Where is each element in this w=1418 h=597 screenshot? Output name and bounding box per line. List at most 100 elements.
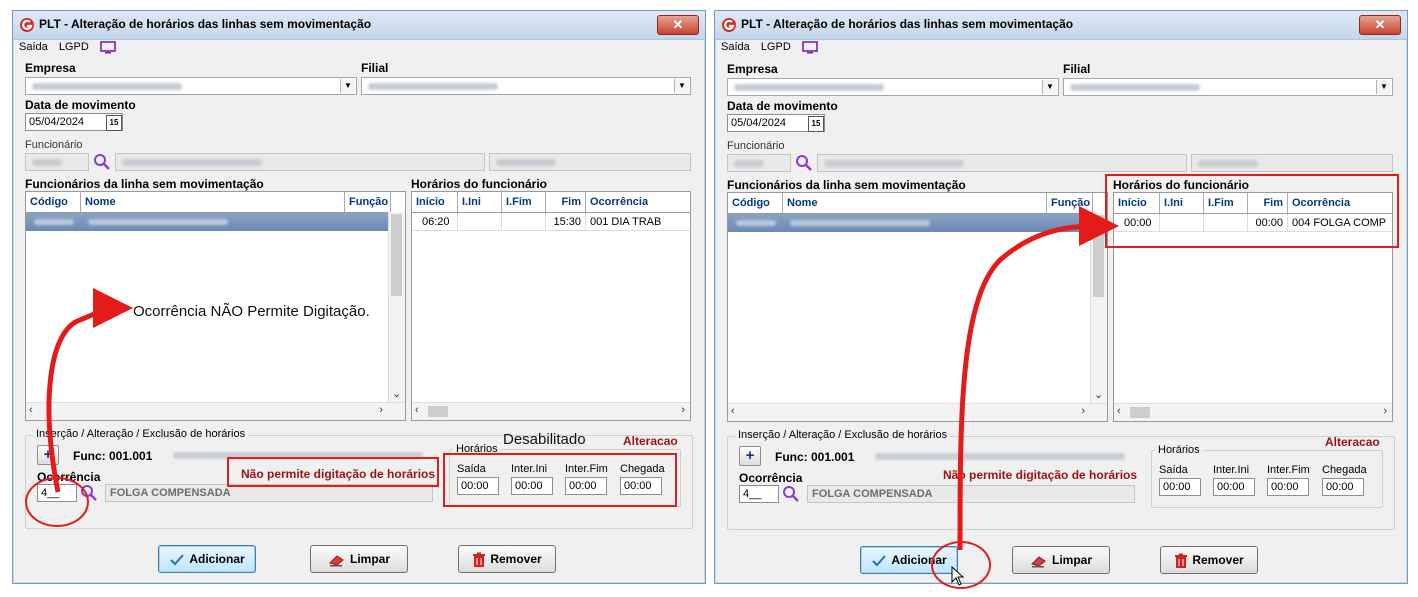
trash-icon [473, 552, 486, 567]
menu-lgpd[interactable]: LGPD [761, 41, 791, 53]
empresa-combo[interactable]: ▼ [25, 77, 357, 95]
schedule-table[interactable]: Início I.Ini I.Fim Fim Ocorrência 06:20 … [411, 191, 691, 421]
window-title: PLT - Alteração de horários das linhas s… [741, 17, 1074, 31]
data-movimento-label: Data de movimento [727, 99, 838, 113]
chevron-left-icon[interactable]: ‹ [1117, 405, 1121, 417]
time-chegada-field[interactable]: 00:00 [1322, 478, 1364, 496]
vertical-scrollbar[interactable]: ⌄ [388, 212, 405, 402]
add-item-button[interactable]: + [37, 445, 59, 465]
cell-ifim[interactable] [502, 213, 546, 231]
horizontal-scrollbar[interactable]: ‹ › [26, 402, 405, 420]
funcionario-name-field [115, 153, 485, 171]
col-nome[interactable]: Nome [81, 192, 345, 212]
horizontal-scrollbar[interactable]: ‹ › [1114, 403, 1392, 421]
time-label-interfim: Inter.Fim [1267, 464, 1310, 476]
chevron-down-icon: ▼ [1042, 80, 1057, 94]
monitor-icon[interactable] [802, 41, 818, 54]
chevron-right-icon[interactable]: › [1081, 405, 1085, 417]
cell-iini[interactable] [458, 213, 502, 231]
filial-combo[interactable]: ▼ [361, 77, 691, 95]
funcionario-label: Funcionário [727, 140, 785, 152]
data-value: 05/04/2024 [731, 117, 787, 129]
horizontal-scrollbar[interactable]: ‹ › [412, 402, 690, 420]
cell-fim[interactable]: 15:30 [546, 213, 586, 231]
trash-icon [1175, 553, 1188, 568]
col-nome[interactable]: Nome [783, 193, 1047, 213]
right-list-title: Horários do funcionário [411, 177, 548, 191]
col-funcao[interactable]: Função [1047, 193, 1093, 213]
mode-label: Alteracao [623, 434, 678, 448]
remover-button[interactable]: Remover [1160, 546, 1258, 574]
ocorrencia-input[interactable]: 4__ [739, 485, 779, 503]
chevron-down-icon[interactable]: ⌄ [1094, 388, 1103, 401]
empresa-label: Empresa [25, 61, 76, 75]
monitor-icon[interactable] [100, 41, 116, 54]
col-iini[interactable]: I.Ini [458, 192, 502, 212]
time-interfim-value: 00:00 [1271, 481, 1299, 493]
chevron-right-icon[interactable]: › [379, 404, 383, 416]
close-button[interactable]: ✕ [657, 15, 699, 35]
horarios-label: Horários [1155, 444, 1203, 456]
func-label: Func: 001.001 [775, 450, 855, 464]
calendar-icon[interactable]: 15 [106, 115, 122, 131]
adicionar-button[interactable]: Adicionar [158, 545, 256, 573]
adicionar-label: Adicionar [189, 552, 245, 566]
chevron-left-icon[interactable]: ‹ [29, 404, 33, 416]
close-button[interactable]: ✕ [1359, 15, 1401, 35]
schedule-table-header: Início I.Ini I.Fim Fim Ocorrência [412, 192, 690, 213]
menu-saida[interactable]: Saída [19, 41, 48, 53]
col-codigo[interactable]: Código [26, 192, 81, 212]
filial-label: Filial [1063, 62, 1091, 76]
limpar-button[interactable]: Limpar [310, 545, 408, 573]
chevron-left-icon[interactable]: ‹ [731, 405, 735, 417]
chevron-down-icon: ▼ [340, 79, 355, 93]
employees-table[interactable]: Código Nome Função ⌄ ‹ › [727, 192, 1108, 422]
window-title: PLT - Alteração de horários das linhas s… [39, 17, 372, 31]
funcionario-name-field [817, 154, 1187, 172]
menu-lgpd[interactable]: LGPD [59, 41, 89, 53]
time-interini-field[interactable]: 00:00 [1213, 478, 1255, 496]
col-ocorrencia[interactable]: Ocorrência [586, 192, 690, 212]
menu-saida[interactable]: Saída [721, 41, 750, 53]
checkmark-icon [872, 555, 887, 567]
chevron-right-icon[interactable]: › [681, 404, 685, 416]
menu-bar: Saída LGPD [721, 41, 818, 59]
table-row[interactable] [26, 213, 390, 231]
col-funcao[interactable]: Função [345, 192, 391, 212]
table-row[interactable] [728, 214, 1092, 232]
time-saida-field[interactable]: 00:00 [1159, 478, 1201, 496]
cell-inicio[interactable]: 06:20 [412, 213, 458, 231]
warning-highlight [227, 457, 439, 487]
horarios-highlight [443, 453, 677, 507]
ocorrencia-desc-field: FOLGA COMPENSADA [807, 485, 1135, 503]
search-icon[interactable] [795, 154, 813, 172]
filial-combo[interactable]: ▼ [1063, 78, 1393, 96]
col-codigo[interactable]: Código [728, 193, 783, 213]
annotation-ocorrencia-note: Ocorrência NÃO Permite Digitação. [133, 303, 370, 320]
chevron-right-icon[interactable]: › [1383, 405, 1387, 417]
time-saida-value: 00:00 [1163, 481, 1191, 493]
remover-button[interactable]: Remover [458, 545, 556, 573]
menu-bar: Saída LGPD [19, 41, 116, 59]
empresa-combo[interactable]: ▼ [727, 78, 1059, 96]
cell-ocorrencia[interactable]: 001 DIA TRAB [586, 213, 690, 231]
search-icon[interactable] [93, 153, 111, 171]
search-icon[interactable] [782, 485, 800, 503]
empresa-label: Empresa [727, 62, 778, 76]
time-interfim-field[interactable]: 00:00 [1267, 478, 1309, 496]
chevron-down-icon[interactable]: ⌄ [392, 387, 401, 400]
horizontal-scrollbar[interactable]: ‹ › [728, 403, 1107, 421]
calendar-icon[interactable]: 15 [808, 116, 824, 132]
add-item-button[interactable]: + [739, 446, 761, 466]
remover-label: Remover [490, 552, 542, 566]
mouse-cursor-icon [951, 566, 965, 586]
schedule-highlight [1105, 174, 1399, 248]
chevron-left-icon[interactable]: ‹ [415, 404, 419, 416]
checkmark-icon [170, 554, 185, 566]
col-ifim[interactable]: I.Fim [502, 192, 546, 212]
ocorrencia-value: 4__ [743, 488, 762, 500]
col-fim[interactable]: Fim [546, 192, 586, 212]
limpar-button[interactable]: Limpar [1012, 546, 1110, 574]
col-inicio[interactable]: Início [412, 192, 458, 212]
limpar-label: Limpar [1051, 553, 1092, 567]
